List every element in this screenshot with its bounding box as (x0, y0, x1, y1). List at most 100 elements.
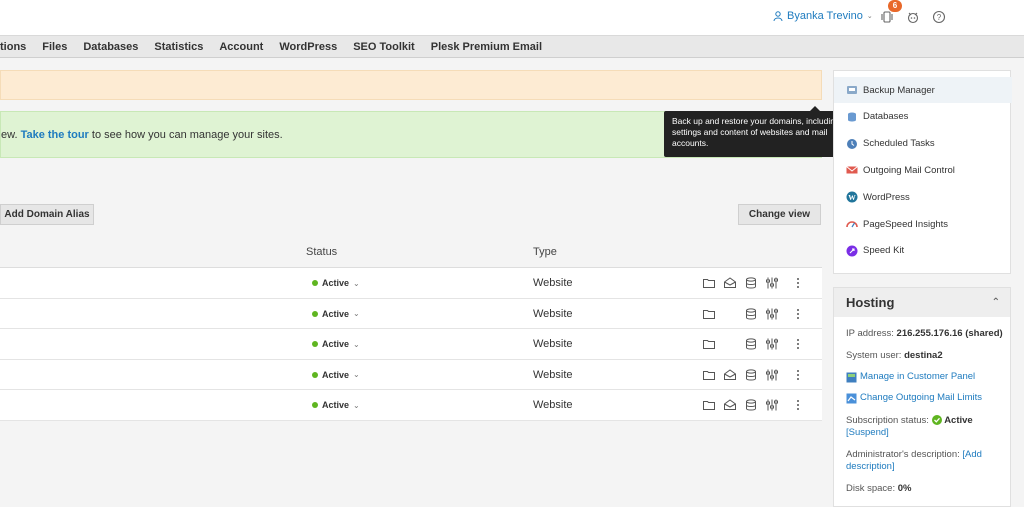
notification-badge: 6 (888, 0, 902, 12)
mail-icon[interactable] (723, 276, 737, 290)
settings-sliders-icon[interactable] (765, 368, 779, 382)
database-icon[interactable] (744, 398, 758, 412)
active-dot-icon (312, 280, 318, 286)
mail-icon[interactable] (723, 368, 737, 382)
tool-speed-kit[interactable]: Speed Kit (834, 238, 1012, 264)
status-dropdown[interactable]: Active ⌄ (312, 339, 360, 349)
tab-seo-toolkit[interactable]: SEO Toolkit (345, 36, 423, 57)
more-options-icon[interactable] (791, 398, 805, 412)
tool-wordpress[interactable]: W WordPress (834, 184, 1012, 210)
hosting-header[interactable]: Hosting ⌃ (834, 288, 1010, 317)
chevron-up-icon[interactable]: ⌃ (992, 288, 1000, 317)
settings-sliders-icon[interactable] (765, 398, 779, 412)
suspend-link[interactable]: [Suspend] (846, 427, 889, 438)
tab-applications[interactable]: tions (0, 36, 34, 57)
type-cell: Website (533, 368, 573, 381)
type-cell: Website (533, 307, 573, 320)
tool-databases[interactable]: Databases (834, 104, 1012, 130)
table-row[interactable]: Active ⌄ Website (0, 299, 822, 329)
more-options-icon[interactable] (791, 307, 805, 321)
tool-pagespeed-insights[interactable]: PageSpeed Insights (834, 211, 1012, 237)
user-name: Byanka Trevino (787, 10, 863, 22)
table-header: Status Type (0, 240, 822, 266)
tool-label: Speed Kit (863, 245, 905, 257)
status-dropdown[interactable]: Active ⌄ (312, 309, 360, 319)
status-dropdown[interactable]: Active ⌄ (312, 278, 360, 288)
backup-icon (847, 86, 857, 94)
tab-plesk-premium-email[interactable]: Plesk Premium Email (423, 36, 550, 57)
status-column-header[interactable]: Status (306, 246, 337, 258)
ip-address: IP address: 216.255.176.16 (shared) (846, 328, 1003, 339)
chevron-down-icon: ⌄ (353, 278, 360, 288)
speed-icon (846, 221, 858, 228)
type-column-header[interactable]: Type (533, 246, 557, 258)
mail-icon[interactable] (723, 398, 737, 412)
database-icon[interactable] (744, 337, 758, 351)
disk-space: Disk space: 0% (846, 483, 912, 494)
wordpress-icon: W (846, 191, 858, 203)
active-dot-icon (312, 310, 318, 317)
hosting-title: Hosting (846, 295, 895, 310)
change-outgoing-mail-limits-link[interactable]: Change Outgoing Mail Limits (846, 392, 1006, 404)
file-manager-icon[interactable] (702, 368, 716, 382)
rocket-icon (846, 245, 858, 257)
more-options-icon[interactable] (791, 368, 805, 382)
svg-text:?: ? (937, 13, 942, 22)
feedback-icon[interactable] (906, 10, 920, 24)
file-manager-icon[interactable] (702, 398, 716, 412)
table-row[interactable]: Active ⌄ Website (0, 329, 822, 360)
active-dot-icon (312, 341, 318, 347)
chevron-down-icon: ⌄ (353, 339, 360, 349)
subscription-status: Subscription status: Active [Suspend] (846, 415, 973, 438)
status-text: Active (322, 400, 350, 410)
table-row[interactable]: Active ⌄ Website (0, 390, 822, 421)
tool-label: PageSpeed Insights (863, 218, 949, 230)
tool-label: Scheduled Tasks (863, 138, 935, 150)
settings-sliders-icon[interactable] (765, 307, 779, 321)
database-icon[interactable] (744, 276, 758, 290)
database-icon[interactable] (744, 368, 758, 382)
manage-in-customer-panel-link[interactable]: Manage in Customer Panel (846, 371, 1006, 383)
database-icon[interactable] (744, 307, 758, 321)
user-menu[interactable]: Byanka Trevino ⌄ (773, 10, 873, 22)
status-text: Active (322, 369, 350, 380)
mail-icon (846, 166, 858, 174)
mail-limits-icon (846, 393, 857, 403)
tab-files[interactable]: Files (34, 36, 75, 57)
table-row[interactable]: Active ⌄ Website (0, 268, 822, 299)
user-icon (773, 11, 783, 21)
tab-wordpress[interactable]: WordPress (271, 36, 345, 57)
warning-banner (0, 70, 822, 100)
chevron-down-icon: ⌄ (866, 13, 873, 20)
status-text: Active (322, 278, 350, 288)
notifications-icon[interactable] (880, 10, 894, 24)
status-text: Active (322, 308, 350, 319)
status-dropdown[interactable]: Active ⌄ (312, 370, 360, 380)
status-text: Active (322, 339, 350, 349)
active-dot-icon (312, 371, 318, 378)
settings-sliders-icon[interactable] (765, 337, 779, 351)
tools-panel: Backup Manager Databases Scheduled Tasks Ou… (833, 70, 1012, 274)
file-manager-icon[interactable] (702, 307, 716, 321)
more-options-icon[interactable] (791, 337, 805, 351)
tab-account[interactable]: Account (211, 36, 271, 57)
file-manager-icon[interactable] (702, 276, 716, 290)
status-dropdown[interactable]: Active ⌄ (312, 400, 360, 410)
add-domain-alias-button[interactable]: Add Domain Alias (0, 204, 94, 225)
change-view-button[interactable]: Change view (738, 204, 821, 225)
tool-scheduled-tasks[interactable]: Scheduled Tasks (834, 131, 1012, 157)
settings-sliders-icon[interactable] (765, 276, 779, 290)
tool-outgoing-mail-control[interactable]: Outgoing Mail Control (834, 157, 1012, 183)
system-user: System user: destina2 (846, 350, 943, 361)
top-bar: Byanka Trevino ⌄ 6 ? (0, 0, 1024, 36)
take-tour-link[interactable]: Take the tour (21, 129, 89, 141)
info-prefix: ew. (1, 129, 21, 141)
tool-backup-manager[interactable]: Backup Manager (834, 77, 1012, 103)
table-row[interactable]: Active ⌄ Website (0, 360, 822, 390)
file-manager-icon[interactable] (702, 337, 716, 351)
tab-statistics[interactable]: Statistics (146, 36, 211, 57)
domain-table: Active ⌄ Website Active ⌄ Website Active ⌄ Websi… (0, 267, 822, 421)
help-icon[interactable]: ? (932, 10, 946, 24)
more-options-icon[interactable] (791, 276, 805, 290)
tab-databases[interactable]: Databases (75, 36, 146, 57)
